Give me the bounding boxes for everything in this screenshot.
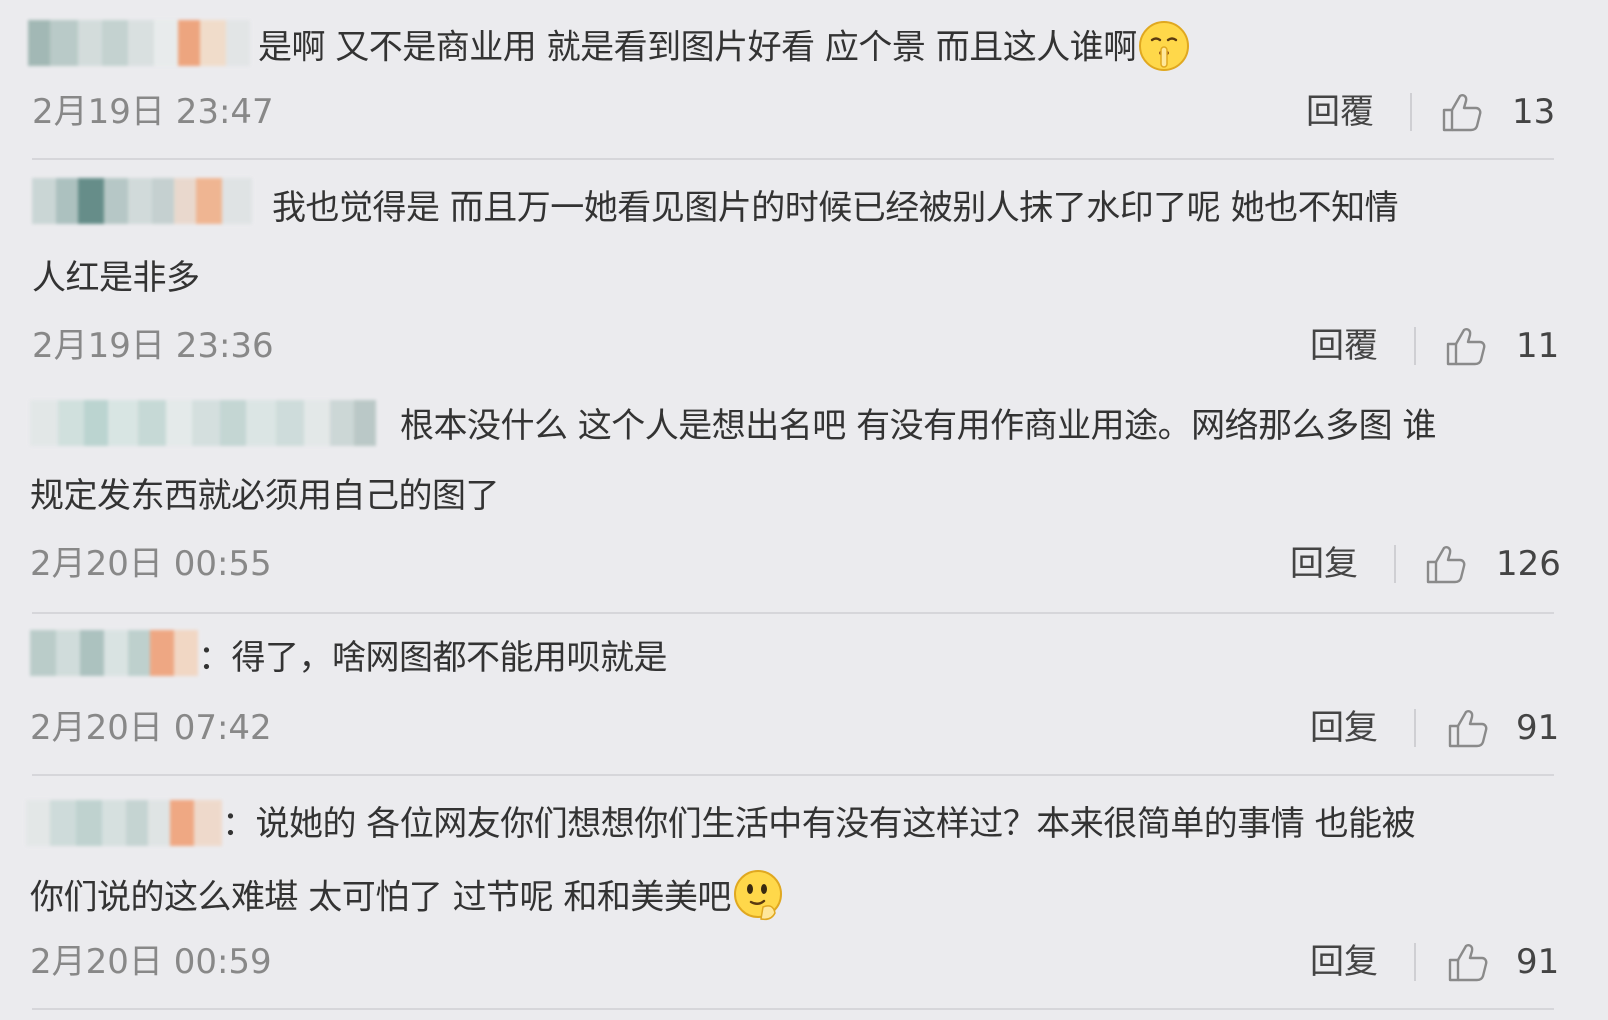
reply-button[interactable]: 回覆	[1306, 90, 1374, 134]
comment-text-line: ：说她的 各位网友你们想想你们生活中有没有这样过？本来很简单的事情 也能被	[222, 804, 1416, 844]
thumbs-up-icon[interactable]	[1446, 940, 1490, 984]
like-count: 13	[1512, 92, 1556, 132]
comment-text: ：得了，啥网图都不能用呗就是	[198, 638, 668, 678]
comment-timestamp: 2月19日 23:47	[32, 92, 274, 132]
reply-button[interactable]: 回复	[1310, 940, 1378, 984]
thinking-emoji-icon	[731, 869, 785, 923]
comment-divider	[32, 774, 1554, 776]
meta-separator	[1394, 545, 1396, 583]
reply-button[interactable]: 回复	[1290, 542, 1358, 586]
thumbs-up-icon[interactable]	[1424, 542, 1468, 586]
comment-text: 你们说的这么难堪 太可怕了 过节呢 和和美美吧	[30, 872, 785, 926]
like-count: 91	[1516, 708, 1560, 748]
comment-text-line: 人红是非多	[32, 258, 200, 298]
comment-text: 规定发东西就必须用自己的图了	[30, 476, 500, 516]
reply-button[interactable]: 回覆	[1310, 324, 1378, 368]
username-redacted[interactable]	[26, 800, 222, 846]
like-count: 11	[1516, 326, 1560, 366]
thumbs-up-icon[interactable]	[1446, 706, 1490, 750]
comment-divider	[32, 158, 1554, 160]
username-redacted[interactable]	[32, 178, 252, 224]
meta-separator	[1414, 327, 1416, 365]
comment-text-line: 是啊 又不是商业用 就是看到图片好看 应个景 而且这人谁啊	[258, 27, 1137, 68]
meta-separator	[1410, 93, 1412, 131]
comment-timestamp: 2月19日 23:36	[32, 326, 274, 366]
comment-text: 根本没什么 这个人是想出名吧 有没有用作商业用途。网络那么多图 谁	[400, 406, 1436, 446]
comment-timestamp: 2月20日 00:59	[30, 942, 272, 982]
comment-text: 人红是非多	[32, 258, 200, 298]
comment-text-line: ：得了，啥网图都不能用呗就是	[198, 638, 668, 678]
comment-timestamp: 2月20日 07:42	[30, 708, 272, 748]
meta-separator	[1414, 709, 1416, 747]
username-redacted[interactable]	[30, 630, 198, 676]
username-redacted[interactable]	[30, 400, 376, 446]
comment-text-line: 规定发东西就必须用自己的图了	[30, 476, 500, 516]
reply-button[interactable]: 回复	[1310, 706, 1378, 750]
like-count: 91	[1516, 942, 1560, 982]
comment-text: ：说她的 各位网友你们想想你们生活中有没有这样过？本来很简单的事情 也能被	[222, 804, 1416, 844]
like-count: 126	[1496, 544, 1561, 584]
comment-divider	[32, 1008, 1554, 1010]
comment-text: 我也觉得是 而且万一她看见图片的时候已经被别人抹了水印了呢 她也不知情	[272, 188, 1399, 228]
thumbs-up-icon[interactable]	[1444, 324, 1488, 368]
username-redacted[interactable]	[28, 20, 250, 66]
comment-text-line: 我也觉得是 而且万一她看见图片的时候已经被别人抹了水印了呢 她也不知情	[272, 188, 1399, 228]
thumbs-up-icon[interactable]	[1440, 90, 1484, 134]
shush-emoji-icon	[1137, 19, 1191, 73]
comment-timestamp: 2月20日 00:55	[30, 544, 272, 584]
comment-text-line: 你们说的这么难堪 太可怕了 过节呢 和和美美吧	[30, 877, 731, 918]
comment-text: 是啊 又不是商业用 就是看到图片好看 应个景 而且这人谁啊	[258, 22, 1191, 76]
meta-separator	[1414, 943, 1416, 981]
comment-divider	[32, 612, 1554, 614]
comment-text-line: 根本没什么 这个人是想出名吧 有没有用作商业用途。网络那么多图 谁	[400, 406, 1436, 446]
